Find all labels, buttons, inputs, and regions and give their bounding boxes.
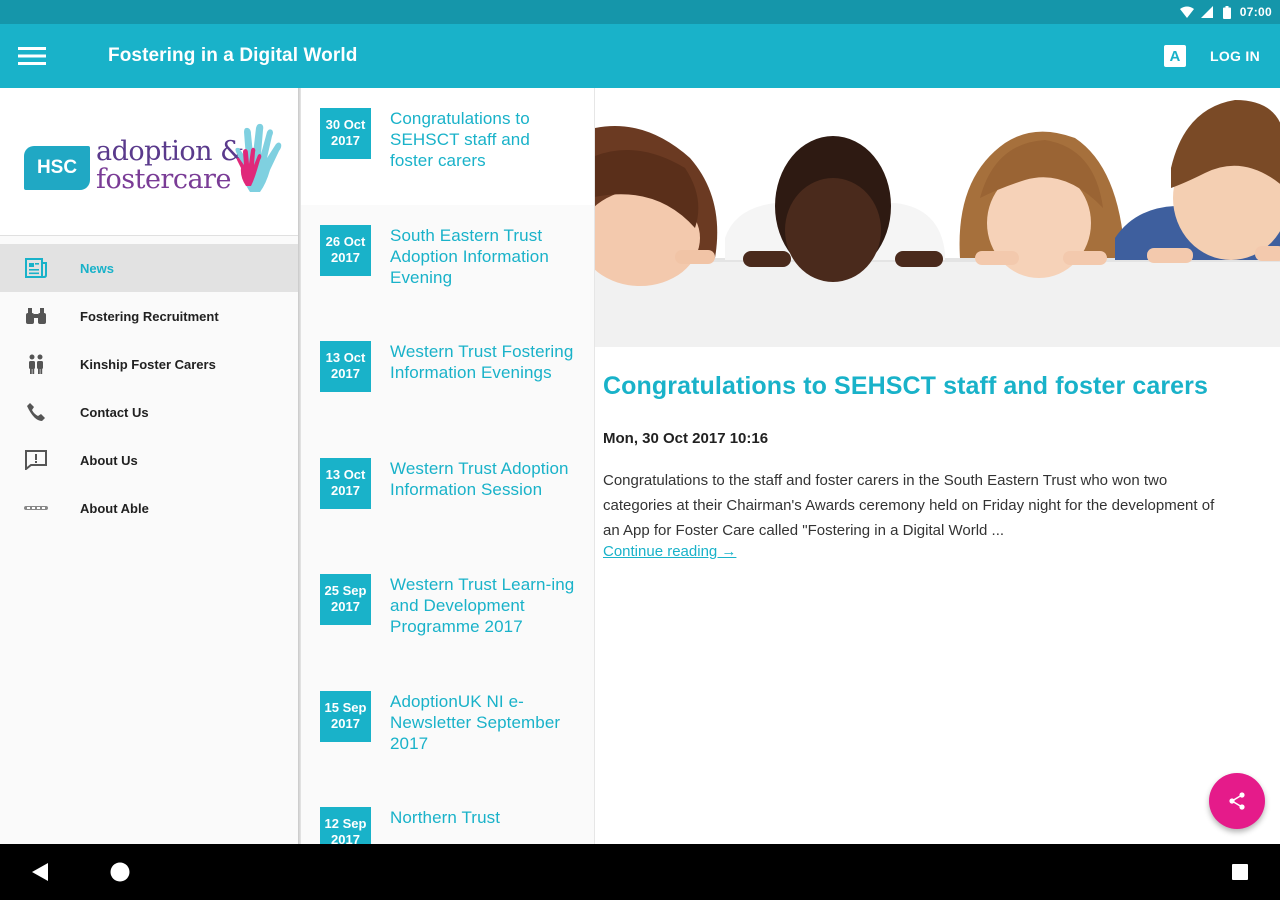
back-triangle-icon [32,863,48,881]
able-icon [24,496,48,520]
date-day-month: 13 Oct [325,466,366,482]
article-body: Congratulations to the staff and foster … [603,472,1215,539]
date-badge: 12 Sep 2017 [320,807,371,844]
news-list-item[interactable]: 13 Oct 2017 Western Trust Adoption Inform… [301,438,594,555]
sidebar-item-kinship-foster-carers[interactable]: Kinship Foster Carers [0,340,298,388]
sidebar-item-label: Fostering Recruitment [80,308,219,324]
sidebar-item-news[interactable]: News [0,244,298,292]
news-list-item[interactable]: 25 Sep 2017 Western Trust Learn-ing and D… [301,554,594,671]
date-year: 2017 [331,133,360,148]
menu-button[interactable] [0,24,64,88]
news-list-item[interactable]: 26 Oct 2017 South Eastern Trust Adoption … [301,205,594,322]
sidebar-item-fostering-recruitment[interactable]: Fostering Recruitment [0,292,298,340]
hand-logo-icon [235,123,282,192]
drawer-nav-list: News Fostering Recruitment Kinship Foste… [0,236,298,532]
news-list[interactable]: 30 Oct 2017 Congratulations to SEHSCT sta… [301,88,594,844]
binoculars-icon [24,304,48,328]
home-circle-icon [110,862,130,882]
people-icon [24,352,48,376]
back-button[interactable] [28,860,52,884]
wifi-icon [1179,5,1194,19]
date-badge: 13 Oct 2017 [320,341,371,392]
date-day-month: 26 Oct [325,233,366,249]
newspaper-icon [24,256,48,280]
article-date: Mon, 30 Oct 2017 10:16 [603,430,769,447]
login-button[interactable]: LOG IN [1210,48,1260,64]
date-year: 2017 [331,715,360,731]
hero-image [595,88,1280,347]
news-item-title: Western Trust Learn-ing and Development … [390,575,575,636]
date-badge: 25 Sep 2017 [320,574,371,625]
date-badge: 26 Oct 2017 [320,224,371,276]
clock: 07:00 [1239,5,1272,19]
sidebar-item-about-able[interactable]: About Able [0,484,298,532]
status-bar: 07:00 [0,0,1280,24]
battery-icon [1220,5,1234,19]
children-peeking-illustration [595,88,1280,347]
logo: HSC adoption & fostercare [0,88,298,236]
news-item-title: Northern Trust [390,808,501,827]
news-list-item[interactable]: 13 Oct 2017 Western Trust Fostering Infor… [301,321,594,438]
translate-button[interactable]: A [1163,45,1186,67]
date-badge: 13 Oct 2017 [320,457,371,509]
app-title: Fostering in a Digital World [108,45,358,66]
logo-line-1: adoption & [96,136,244,167]
date-day-month: 13 Oct [325,350,366,365]
sidebar-item-label: News [80,260,114,276]
news-item-title: AdoptionUK NI e-Newsletter September 201… [390,691,561,753]
date-day-month: 15 Sep [324,699,367,715]
news-item-title: Western Trust Adoption Information Sessi… [390,458,569,499]
share-icon [1229,792,1245,810]
logo-badge: HSC [24,146,90,190]
article-detail: Congratulations to SEHSCT staff and fost… [595,88,1280,844]
date-year: 2017 [331,249,360,265]
date-year: 2017 [331,599,360,614]
share-button[interactable] [1209,773,1265,829]
sidebar-item-label: About Us [80,452,138,468]
sidebar-item-label: Contact Us [80,404,149,420]
date-day-month: 12 Sep [324,816,367,831]
news-item-title: Western Trust Fostering Information Even… [390,342,574,382]
date-badge: 30 Oct 2017 [320,108,371,159]
date-day-month: 30 Oct [325,117,366,132]
signal-icon [1200,5,1214,19]
news-list-item[interactable]: 12 Sep 2017 Northern Trust [301,787,594,844]
news-list-item[interactable]: 30 Oct 2017 Congratulations to SEHSCT sta… [301,88,594,205]
news-list-item[interactable]: 15 Sep 2017 AdoptionUK NI e-Newsletter Se… [301,671,594,788]
system-navigation-bar [0,844,1280,900]
news-item-title: Congratulations to SEHSCT staff and fost… [390,109,530,170]
article-title: Congratulations to SEHSCT staff and fost… [603,372,1208,400]
navigation-drawer: HSC adoption & fostercare News Fostering… [0,88,298,844]
sidebar-item-label: Kinship Foster Carers [80,356,216,372]
recents-button[interactable] [1228,860,1252,884]
logo-line-2: fostercare [96,164,231,195]
date-badge: 15 Sep 2017 [320,690,371,742]
sidebar-item-label: About Able [80,500,149,516]
continue-reading-link[interactable]: Continue reading → [603,543,736,560]
sidebar-item-contact-us[interactable]: Contact Us [0,388,298,436]
recents-square-icon [1232,864,1248,880]
feedback-icon [24,448,48,472]
app-bar: Fostering in a Digital World A LOG IN [0,24,1280,88]
hamburger-menu-icon [18,47,46,65]
news-item-title: South Eastern Trust Adoption Information… [390,225,549,287]
home-button[interactable] [108,860,132,884]
phone-icon [24,400,48,424]
sidebar-item-about-us[interactable]: About Us [0,436,298,484]
date-year: 2017 [331,366,360,381]
date-year: 2017 [331,832,360,844]
date-day-month: 25 Sep [324,583,367,598]
date-year: 2017 [331,482,360,498]
